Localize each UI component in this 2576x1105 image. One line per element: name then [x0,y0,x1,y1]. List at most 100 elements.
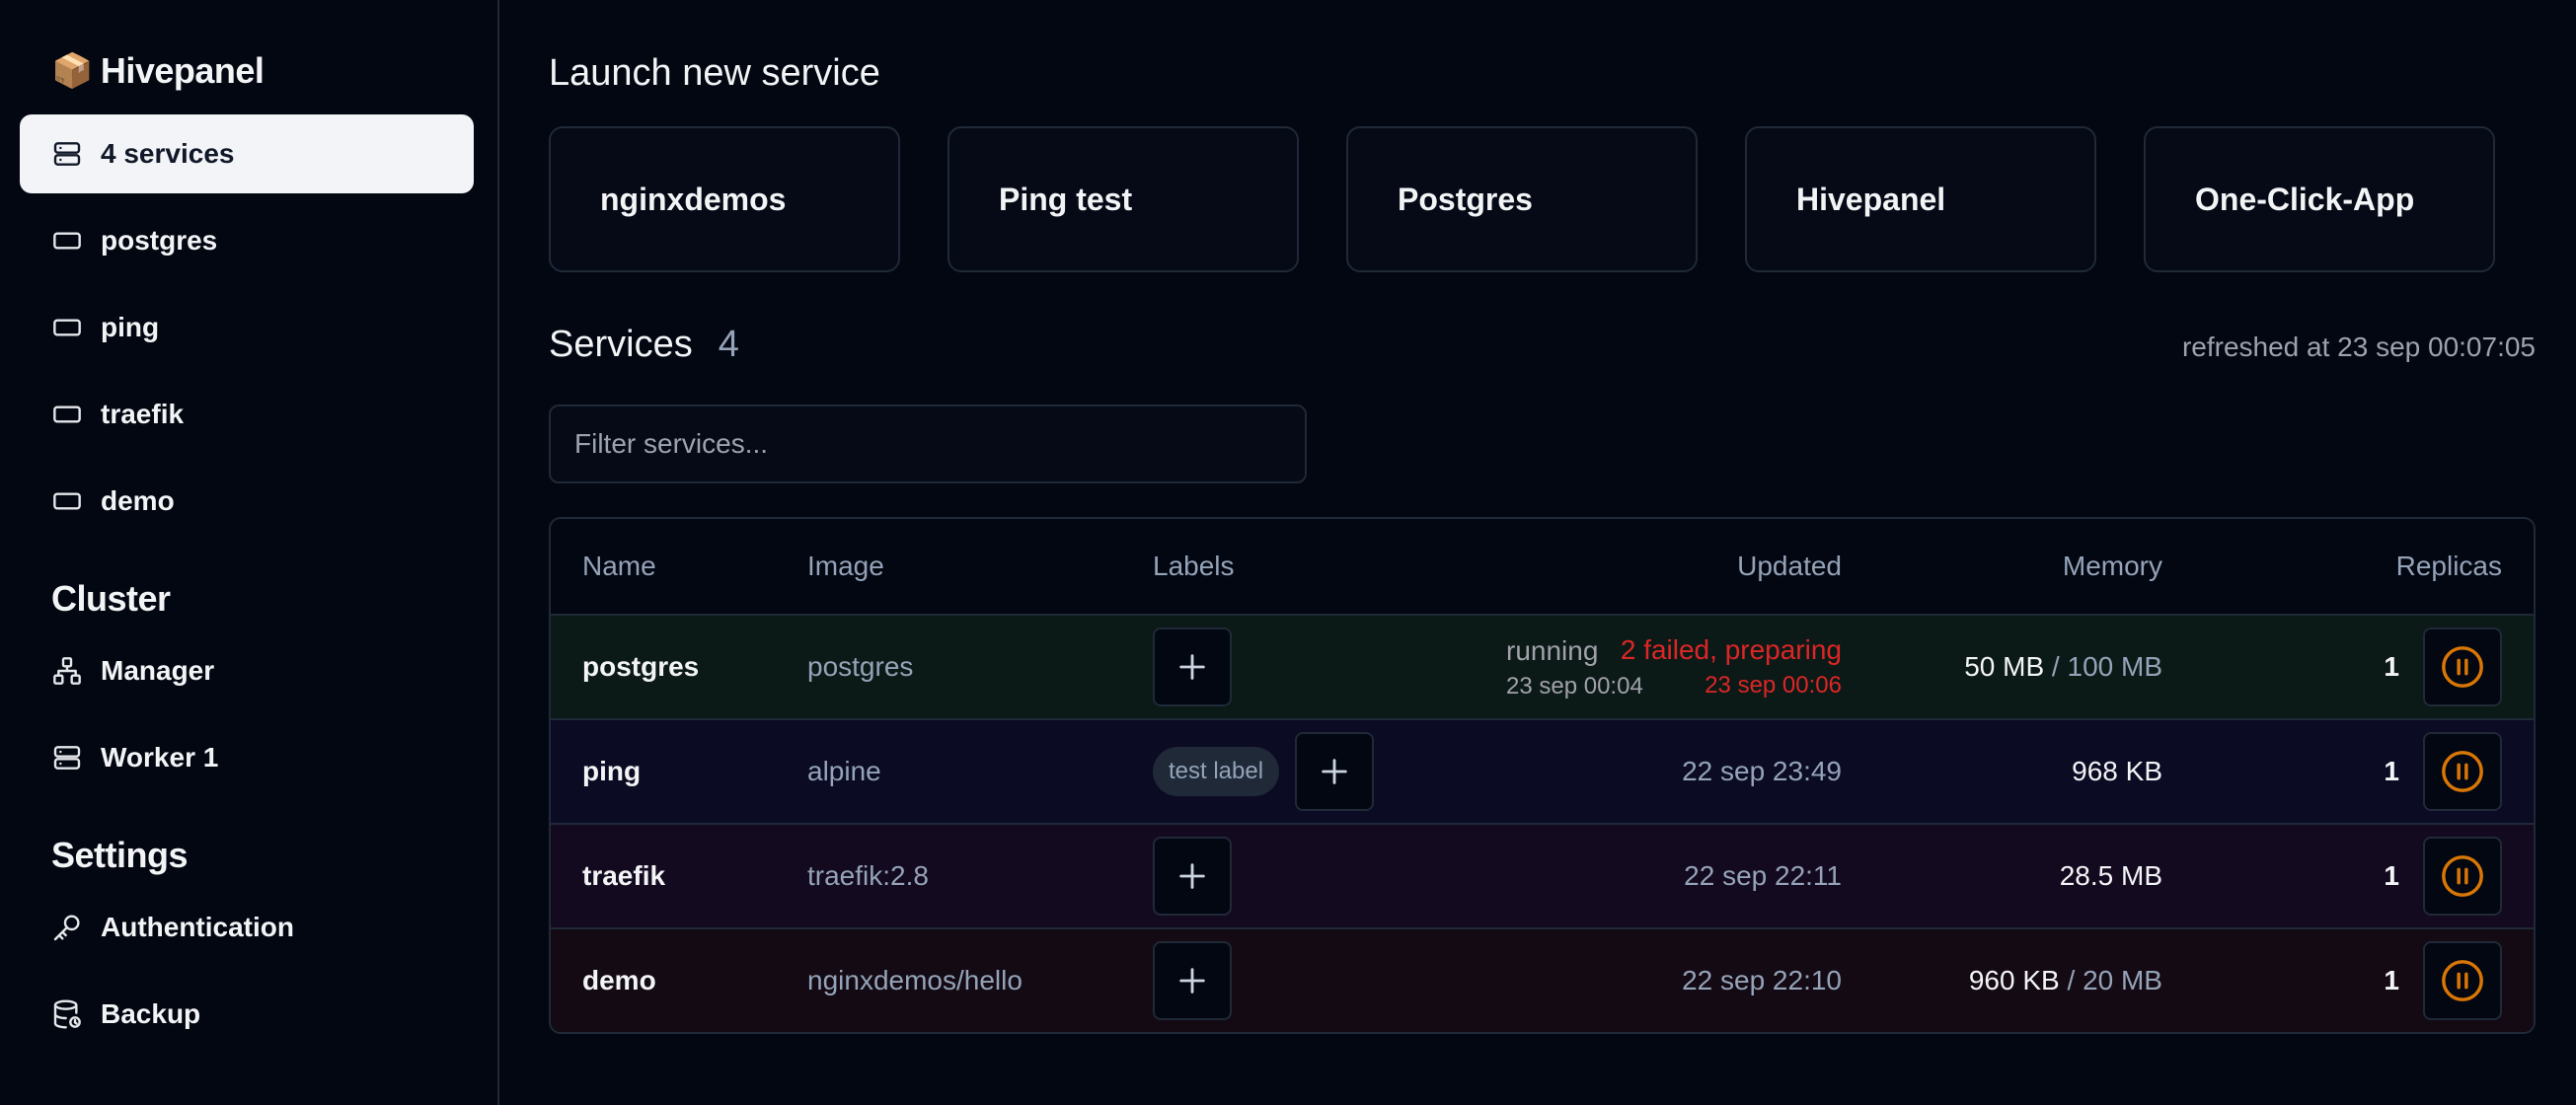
table-row[interactable]: demo nginxdemos/hello 22 sep 22:10 960 K… [551,927,2534,1032]
memory-limit: 100 MB [2067,651,2163,682]
sidebar-item-manager[interactable]: Manager [20,631,474,710]
rectangle-icon [53,232,81,250]
sidebar-item-label: postgres [101,225,218,256]
updated-cell: 22 sep 22:11 [1684,860,1842,891]
services-title: Services 4 [549,324,739,366]
template-card-nginxdemos[interactable]: nginxdemos [549,126,900,272]
labels-cell [1153,837,1498,916]
service-name[interactable]: ping [551,756,807,787]
sidebar-item-worker-1[interactable]: Worker 1 [20,718,474,797]
memory-used: 960 KB [1968,965,2060,995]
labels-cell [1153,627,1498,706]
template-list: nginxdemos Ping test Postgres Hivepanel … [549,126,2536,272]
key-icon [53,915,80,941]
services-title-text: Services [549,324,693,365]
rectangle-icon [53,405,81,423]
memory-cell: 960 KB / 20 MB [1842,965,2162,996]
services-count: 4 [718,324,739,365]
add-label-button[interactable] [1153,627,1232,706]
pause-button[interactable] [2423,627,2502,706]
pause-button[interactable] [2423,837,2502,916]
template-card-ping-test[interactable]: Ping test [947,126,1299,272]
add-label-button[interactable] [1153,941,1232,1020]
replica-count: 1 [2384,965,2399,995]
pause-button[interactable] [2423,732,2502,811]
memory-cell: 50 MB / 100 MB [1842,651,2162,683]
template-card-postgres[interactable]: Postgres [1346,126,1698,272]
sidebar-item-label: Worker 1 [101,742,219,773]
main-content: Launch new service nginxdemos Ping test … [499,0,2576,1105]
table-row[interactable]: postgres postgres running 23 sep 00:04 2… [551,614,2534,718]
service-status: running 23 sep 00:04 [1506,635,1643,700]
replicas-cell: 1 [2162,732,2534,811]
brand[interactable]: 📦 Hivepanel [51,47,497,95]
service-name[interactable]: demo [551,965,807,996]
template-card-hivepanel[interactable]: Hivepanel [1745,126,2096,272]
plus-icon [1179,654,1205,680]
pause-circle-icon [2442,646,2483,688]
table-row[interactable]: ping alpine test label 22 sep 23:49 968 … [551,718,2534,823]
add-label-button[interactable] [1295,732,1375,811]
table-row[interactable]: traefik traefik:2.8 22 sep 22:11 28.5 MB… [551,823,2534,927]
labels-cell [1153,941,1498,1020]
refreshed-at: refreshed at 23 sep 00:07:05 [2181,332,2536,362]
add-label-button[interactable] [1153,837,1232,916]
service-name[interactable]: traefik [551,860,807,892]
launch-title: Launch new service [549,52,880,94]
sidebar-item-backup[interactable]: Backup [20,975,474,1054]
label-tag[interactable]: test label [1153,747,1280,796]
sidebar-item-label: Manager [101,655,215,686]
cluster-section-title: Cluster [51,578,171,619]
sidebar: 📦 Hivepanel 4 services postgres ping tra… [0,0,499,1105]
service-image: nginxdemos/hello [807,965,1023,995]
sidebar-item-ping[interactable]: ping [20,288,474,367]
service-image: traefik:2.8 [807,860,929,891]
replicas-cell: 1 [2162,837,2534,916]
replica-count: 1 [2384,756,2399,786]
column-header-name: Name [582,551,656,581]
sidebar-item-label: 4 services [101,138,235,169]
memory-cell: 968 KB [1842,756,2162,787]
pause-button[interactable] [2423,941,2502,1020]
memory-used: 50 MB [1964,651,2045,682]
pause-circle-icon [2442,960,2483,1001]
memory-used: 968 KB [2072,756,2162,786]
sidebar-item-demo[interactable]: demo [20,462,474,541]
plus-icon [1322,759,1347,784]
pause-circle-icon [2442,855,2483,897]
settings-section-title: Settings [51,835,189,875]
updated-cell: 22 sep 22:10 [1682,965,1842,995]
replica-count: 1 [2384,651,2399,682]
memory-cell: 28.5 MB [1842,860,2162,892]
service-name[interactable]: postgres [551,651,807,683]
column-header-memory: Memory [2062,551,2162,581]
filter-services-input[interactable] [549,405,1307,483]
sidebar-item-label: traefik [101,399,185,429]
column-header-image: Image [807,551,884,581]
server-icon [53,746,81,770]
updated-cell: 22 sep 23:49 [1682,756,1842,786]
memory-used: 28.5 MB [2059,860,2162,891]
sidebar-item-traefik[interactable]: traefik [20,375,474,454]
sidebar-item-authentication[interactable]: Authentication [20,888,474,967]
rectangle-icon [53,492,81,510]
app: 📦 Hivepanel 4 services postgres ping tra… [0,0,2576,1105]
sidebar-item-services[interactable]: 4 services [20,114,474,193]
column-header-updated: Updated [1737,551,1842,581]
services-header: Services 4 refreshed at 23 sep 00:07:05 [549,324,2536,371]
sidebar-item-label: Authentication [101,912,294,942]
column-header-labels: Labels [1153,551,1235,581]
plus-icon [1179,968,1205,994]
replicas-cell: 1 [2162,941,2534,1020]
sidebar-item-postgres[interactable]: postgres [20,201,474,280]
template-card-one-click-app[interactable]: One-Click-App [2144,126,2495,272]
brand-name: Hivepanel [100,50,265,91]
memory-separator: / [2044,651,2068,682]
database-backup-icon [53,999,81,1029]
server-icon [53,142,81,166]
services-table: Name Image Labels Updated Memory Replica… [549,517,2536,1034]
sidebar-item-label: demo [101,485,175,516]
column-header-replicas: Replicas [2395,551,2502,581]
replica-count: 1 [2384,860,2399,891]
service-image: alpine [807,756,881,786]
